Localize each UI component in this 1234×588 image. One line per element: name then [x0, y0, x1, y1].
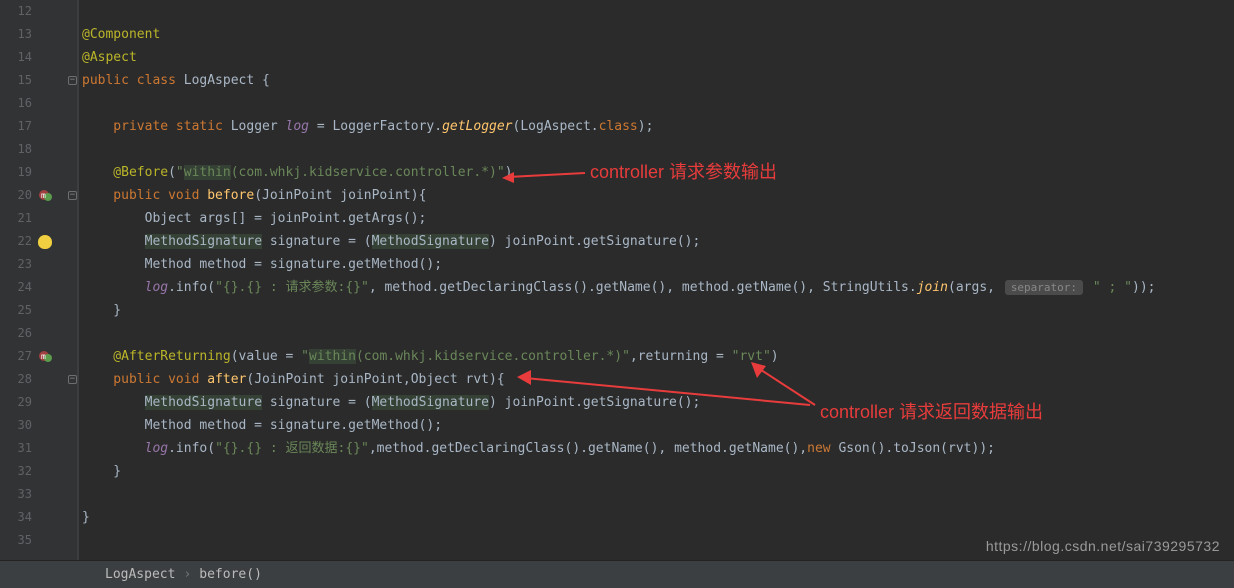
line-number: 29 — [0, 391, 32, 414]
line-number: 24 — [0, 276, 32, 299]
maven-gutter-icon[interactable]: m — [38, 345, 78, 368]
fold-handle[interactable] — [68, 375, 77, 384]
parameter-hint: separator: — [1005, 280, 1083, 295]
annotation-component: @Component — [82, 27, 160, 42]
breadcrumb[interactable]: LogAspect › before() — [0, 560, 1234, 588]
line-number: 32 — [0, 460, 32, 483]
line-number: 28 — [0, 368, 32, 391]
fold-handle[interactable] — [68, 191, 77, 200]
line-number: 15 — [0, 69, 32, 92]
fold-handle[interactable] — [68, 76, 77, 85]
line-number: 13 — [0, 23, 32, 46]
breadcrumb-method[interactable]: before() — [199, 567, 262, 582]
line-numbers: 1213141516171819202122232425262728293031… — [0, 0, 38, 552]
code-content[interactable]: @Component @Aspect public class LogAspec… — [78, 0, 1234, 560]
line-number: 27 — [0, 345, 32, 368]
editor-gutter: 1213141516171819202122232425262728293031… — [0, 0, 78, 560]
line-number: 21 — [0, 207, 32, 230]
line-number: 35 — [0, 529, 32, 552]
line-number: 19 — [0, 161, 32, 184]
svg-text:m: m — [41, 191, 46, 200]
line-number: 17 — [0, 115, 32, 138]
line-number: 18 — [0, 138, 32, 161]
line-number: 30 — [0, 414, 32, 437]
watermark-url: https://blog.csdn.net/sai739295732 — [986, 538, 1220, 554]
intention-bulb-icon[interactable] — [38, 230, 78, 253]
code-editor[interactable]: 1213141516171819202122232425262728293031… — [0, 0, 1234, 560]
line-number: 14 — [0, 46, 32, 69]
line-number: 22 — [0, 230, 32, 253]
line-number: 20 — [0, 184, 32, 207]
line-number: 31 — [0, 437, 32, 460]
line-number: 12 — [0, 0, 32, 23]
annotation-aspect: @Aspect — [82, 50, 137, 65]
chevron-right-icon: › — [183, 567, 191, 582]
breadcrumb-class[interactable]: LogAspect — [105, 567, 175, 582]
line-number: 25 — [0, 299, 32, 322]
line-number: 26 — [0, 322, 32, 345]
line-number: 16 — [0, 92, 32, 115]
svg-text:m: m — [41, 352, 46, 361]
line-number: 23 — [0, 253, 32, 276]
line-number: 33 — [0, 483, 32, 506]
line-number: 34 — [0, 506, 32, 529]
